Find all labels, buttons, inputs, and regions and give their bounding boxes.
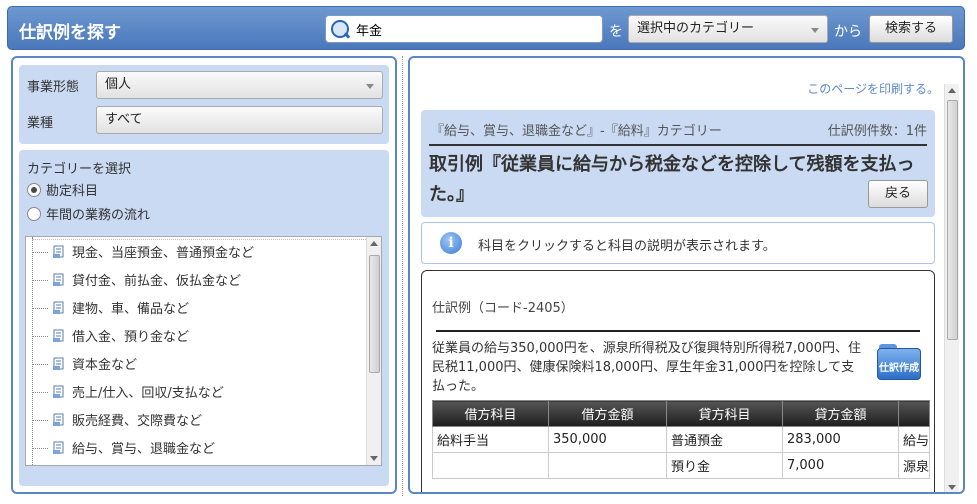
credit-account[interactable]: 預り金	[666, 452, 783, 479]
category-scope-value: 選択中のカテゴリー	[637, 21, 755, 36]
panel-divider[interactable]	[402, 56, 405, 496]
scroll-down-arrow-icon[interactable]	[370, 456, 378, 461]
right-panel: このページを印刷する。 『給与、賞与、退職金など』-『給料』カテゴリー 仕訳例件…	[408, 56, 965, 494]
table-row: 給料手当 350,000 普通預金 283,000 給与	[432, 426, 931, 453]
category-path: 『給与、賞与、退職金など』-『給料』カテゴリー	[431, 124, 722, 139]
example-count: 仕訳例件数：1件	[827, 124, 927, 139]
page-title: 仕訳例を探す	[19, 23, 121, 43]
table-row: 預り金 7,000 源泉	[432, 452, 931, 479]
example-description: 従業員の給与350,000円を、源泉所得税及び復興特別所得税7,000円、住民税…	[432, 341, 861, 394]
scrollbar-thumb[interactable]	[947, 100, 958, 340]
journal-table: 借方科目 借方金額 貸方科目 貸方金額 給料手当 350,000 普通預金 28…	[432, 400, 931, 479]
tree-item[interactable]: 借入金、預り金など	[32, 326, 189, 346]
tree-item[interactable]: 売上/仕入、回収/支払など	[32, 382, 224, 402]
kara-label: から	[834, 24, 862, 40]
scroll-up-arrow-icon[interactable]	[948, 88, 956, 93]
scrollbar-thumb[interactable]	[369, 255, 380, 373]
column-header	[897, 400, 931, 427]
back-button[interactable]: 戻る	[868, 180, 928, 208]
info-icon: i	[440, 232, 462, 254]
document-icon	[52, 245, 66, 259]
transaction-title: 取引例『従業員に給与から税金などを控除して残額を支払った。』	[429, 154, 915, 205]
debit-account[interactable]	[432, 452, 549, 479]
credit-amount: 7,000	[782, 452, 899, 479]
search-input[interactable]	[356, 19, 596, 39]
debit-account[interactable]: 給料手当	[432, 426, 549, 453]
document-icon	[52, 385, 66, 399]
business-type-select[interactable]: 個人	[96, 71, 383, 99]
example-code: 仕訳例（コード-2405）	[432, 301, 574, 316]
document-icon	[52, 329, 66, 343]
wo-label: を	[609, 24, 623, 40]
memo: 源泉	[897, 452, 931, 479]
document-icon	[52, 357, 66, 371]
category-heading: カテゴリーを選択	[27, 162, 132, 177]
industry-label: 業種	[27, 116, 54, 131]
radio-annual-workflow[interactable]: 年間の業務の流れ	[27, 204, 150, 223]
column-header: 借方科目	[432, 400, 549, 427]
search-button[interactable]: 検索する	[869, 15, 953, 43]
column-header: 貸方金額	[782, 400, 899, 427]
print-page-link[interactable]: このページを印刷する。	[807, 80, 939, 97]
journal-example: 仕訳例（コード-2405） 従業員の給与350,000円を、源泉所得税及び復興特…	[421, 270, 935, 492]
radio-selected-icon[interactable]	[27, 183, 41, 197]
tree-item[interactable]: 貸付金、前払金、仮払金など	[32, 270, 241, 290]
info-notice: i 科目をクリックすると科目の説明が表示されます。	[421, 222, 935, 264]
tree-item[interactable]: 給与、賞与、退職金など	[32, 438, 215, 458]
radio-label: 勘定科目	[46, 184, 99, 199]
document-icon	[52, 301, 66, 315]
credit-account[interactable]: 普通預金	[666, 426, 783, 453]
right-scrollbar[interactable]	[944, 84, 959, 492]
search-box[interactable]	[325, 15, 603, 43]
tree-item[interactable]: 建物、車、備品など	[32, 298, 189, 318]
document-icon	[52, 441, 66, 455]
radio-icon[interactable]	[27, 207, 41, 221]
radio-account-subject[interactable]: 勘定科目	[27, 180, 98, 199]
tree-item[interactable]: 販売経費、交際費など	[32, 410, 202, 430]
tree-item[interactable]: 資本金など	[32, 354, 137, 374]
scroll-down-arrow-icon[interactable]	[948, 485, 956, 490]
document-icon	[52, 273, 66, 287]
business-type-label: 事業形態	[27, 80, 80, 95]
industry-value: すべて	[105, 112, 143, 127]
tree-item[interactable]: 現金、当座預金、普通預金など	[32, 242, 254, 262]
business-type-value: 個人	[105, 77, 132, 92]
category-scope-select[interactable]: 選択中のカテゴリー	[628, 15, 828, 43]
debit-amount	[548, 452, 667, 479]
category-tree: 現金、当座預金、普通預金など 貸付金、前払金、仮払金など 建物、車、備品など 借…	[25, 236, 382, 466]
search-header-bar: 仕訳例を探す を 選択中のカテゴリー から 検索する	[7, 6, 965, 50]
industry-select[interactable]: すべて	[96, 106, 383, 134]
info-message: 科目をクリックすると科目の説明が表示されます。	[478, 239, 776, 254]
category-header: 『給与、賞与、退職金など』-『給料』カテゴリー 仕訳例件数：1件 取引例『従業員…	[421, 110, 935, 217]
radio-label: 年間の業務の流れ	[46, 208, 151, 223]
column-header: 貸方科目	[666, 400, 783, 427]
chevron-down-icon	[811, 27, 819, 33]
create-journal-label: 仕訳作成	[879, 363, 919, 374]
credit-amount: 283,000	[782, 426, 899, 453]
left-panel: 事業形態 個人 業種 すべて カテゴリーを選択 勘定科目 年間の業務の流れ 現金…	[11, 56, 397, 494]
chevron-down-icon	[366, 83, 374, 89]
category-selector: カテゴリーを選択 勘定科目 年間の業務の流れ 現金、当座預金、普通預金など 貸付…	[19, 150, 389, 486]
create-journal-icon[interactable]: 仕訳作成	[877, 344, 921, 380]
search-icon	[331, 20, 349, 38]
tree-scrollbar[interactable]	[366, 237, 381, 465]
debit-amount: 350,000	[548, 426, 667, 453]
memo: 給与	[897, 426, 931, 453]
filter-box: 事業形態 個人 業種 すべて	[19, 65, 389, 144]
column-header: 借方金額	[548, 400, 667, 427]
scroll-up-arrow-icon[interactable]	[370, 241, 378, 246]
document-icon	[52, 413, 66, 427]
